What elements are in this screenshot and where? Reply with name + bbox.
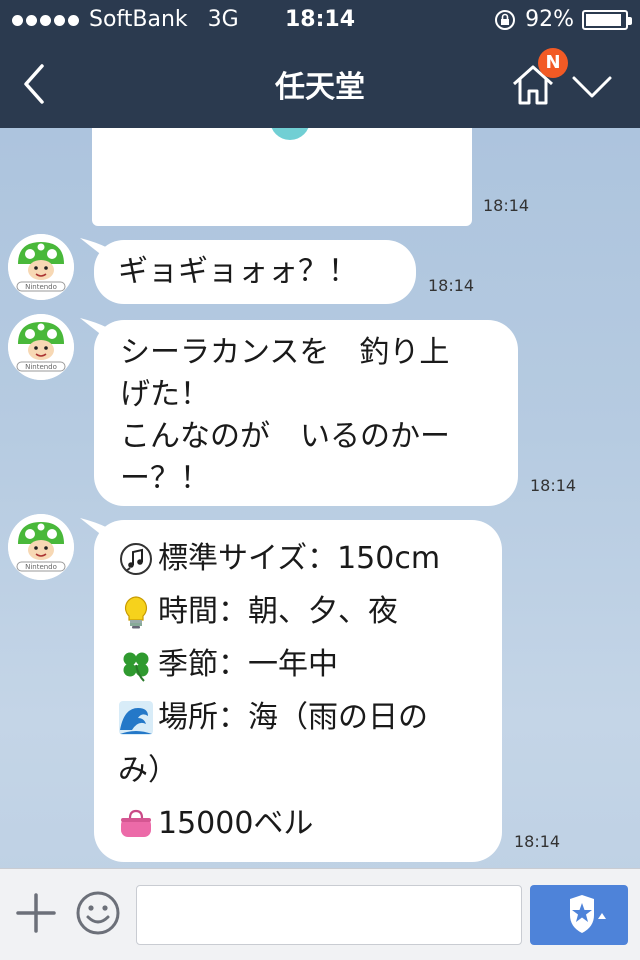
info-text: 標準サイズ：150cm [158, 541, 441, 576]
info-line: 場所：海（雨の日の [118, 691, 478, 744]
purse-icon [121, 809, 151, 837]
avatar[interactable]: Nintendo [8, 514, 74, 580]
message-time: 18:14 [514, 832, 561, 851]
shield-star-icon [570, 895, 606, 933]
info-text: 15000ベル [158, 806, 314, 841]
status-bar: SoftBank 3G 18:14 92% [0, 0, 640, 40]
wave-icon [119, 700, 153, 735]
info-line: 時間：朝、夕、夜 [118, 585, 478, 638]
fish-image [270, 128, 310, 140]
emoji-button[interactable] [74, 889, 122, 937]
music-note-icon [120, 542, 152, 575]
rotation-lock-icon [495, 10, 516, 30]
message-time: 18:14 [483, 196, 530, 215]
nintendo-logo: Nintendo [25, 363, 57, 371]
avatar[interactable]: Nintendo [8, 314, 74, 380]
message-line: こんなのが いるのかー [120, 419, 450, 454]
message-time: 18:14 [530, 476, 577, 495]
info-text: 季節：一年中 [158, 647, 338, 682]
nintendo-logo: Nintendo [25, 283, 57, 291]
input-bar [0, 868, 640, 960]
notification-badge: N [538, 48, 568, 78]
message-line: ー？！ [120, 461, 210, 496]
message-bubble[interactable]: 標準サイズ：150cm 時間：朝、夕、夜 季節：一年中 場所：海（雨の日の み）… [94, 520, 502, 862]
message-time: 18:14 [428, 276, 475, 295]
info-text: み） [118, 753, 178, 788]
message-input[interactable] [136, 885, 522, 945]
info-line: 15000ベル [118, 797, 478, 850]
info-text: 時間：朝、夕、夜 [158, 594, 398, 629]
info-line: 標準サイズ：150cm [118, 532, 478, 585]
image-message[interactable] [92, 128, 472, 226]
message-text: ギョギョォォ？！ [118, 254, 358, 289]
battery-icon [582, 10, 632, 30]
nav-bar: 任天堂 N [0, 40, 640, 128]
chat-area[interactable]: 18:14 Nintendo ギョギョォォ？！ 18:14 Nintendo シ… [0, 128, 640, 868]
message-bubble[interactable]: シーラカンスを 釣り上 げた！ こんなのが いるのかー ー？！ [94, 320, 518, 506]
info-line: み） [118, 744, 478, 797]
nintendo-logo: Nintendo [25, 563, 57, 571]
status-right: 92% [493, 0, 632, 40]
avatar[interactable]: Nintendo [8, 234, 74, 300]
info-text: 場所：海（雨の日の [158, 700, 428, 735]
message-line: げた！ [120, 377, 210, 412]
message-line: シーラカンスを 釣り上 [120, 335, 450, 370]
sticker-button[interactable] [530, 885, 628, 945]
plus-button[interactable] [14, 891, 58, 935]
info-line: 季節：一年中 [118, 638, 478, 691]
clover-icon [123, 652, 149, 682]
battery-percent: 92% [525, 7, 574, 32]
lightbulb-icon [125, 595, 147, 628]
chevron-down-icon[interactable] [570, 68, 614, 104]
message-bubble[interactable]: ギョギョォォ？！ [94, 240, 416, 304]
